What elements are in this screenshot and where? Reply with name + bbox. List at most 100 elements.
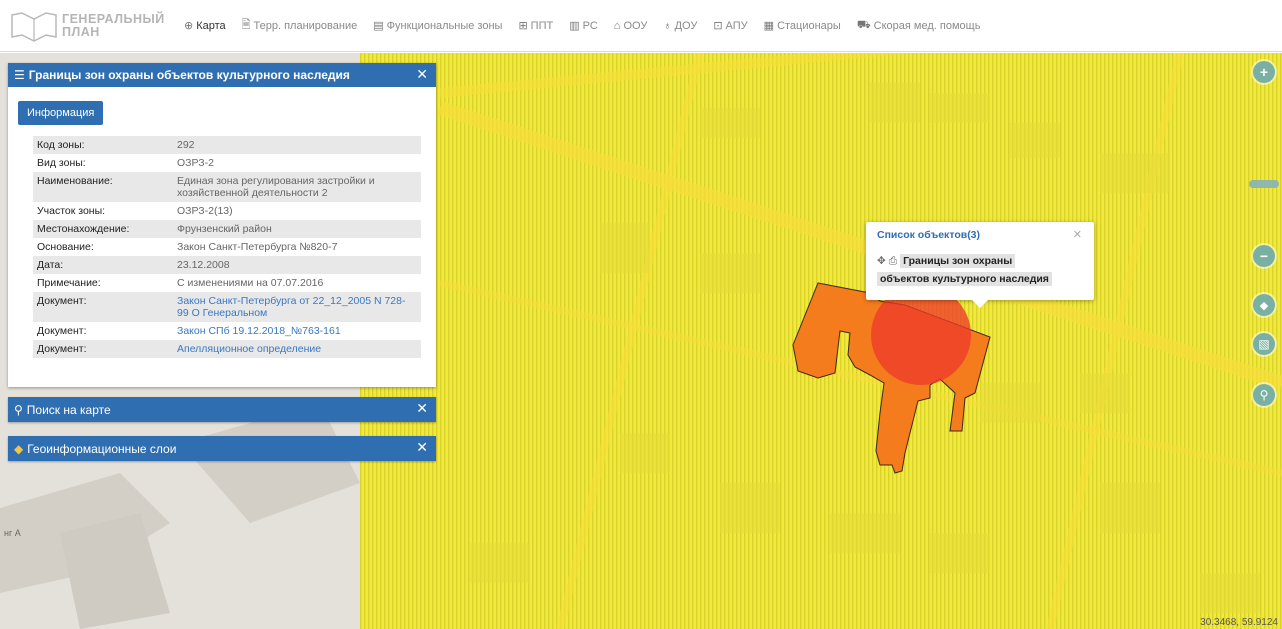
attr-key: Местонахождение:	[33, 220, 173, 238]
table-row: Вид зоны: ОЗРЗ-2	[33, 154, 421, 172]
attr-key: Документ:	[33, 292, 173, 322]
search-icon: ⚲	[1259, 388, 1269, 402]
table-row: Наименование: Единая зона регулирования з…	[33, 172, 421, 202]
attr-value: ОЗРЗ-2(13)	[177, 205, 233, 217]
search-panel-title: Поиск на карте	[26, 402, 111, 417]
table-icon: ⊞	[518, 20, 528, 32]
table-row: Местонахождение: Фрунзенский район	[33, 220, 421, 238]
attr-key: Вид зоны:	[37, 157, 86, 169]
popup-item-label-line1[interactable]: Границы зон охраны	[900, 254, 1016, 268]
main-nav: ⊕ Карта 🗎 Терр. планирование ▤ Функциона…	[184, 0, 996, 52]
search-panel-header[interactable]: ⚲ Поиск на карте ✕	[8, 397, 436, 422]
attr-key: Дата:	[33, 256, 173, 274]
nav-item-dou[interactable]: ♁ ДОУ	[663, 20, 697, 32]
move-icon[interactable]: ✥	[877, 255, 886, 267]
close-icon[interactable]: ✕	[416, 66, 428, 83]
close-icon[interactable]: ✕	[1073, 228, 1082, 241]
attr-key: Документ:	[37, 325, 87, 337]
attr-key: Участок зоны:	[37, 205, 106, 217]
attr-key: Код зоны:	[33, 136, 173, 154]
close-icon[interactable]: ✕	[416, 400, 428, 417]
nav-item-label: Карта	[196, 19, 226, 32]
print-icon[interactable]: ⎙	[889, 255, 897, 267]
zoom-in-button[interactable]: +	[1253, 61, 1275, 83]
layers-icon: ◆	[14, 441, 24, 456]
popup-object-item[interactable]: ✥ ⎙ Границы зон охраны объектов культурн…	[877, 252, 1077, 288]
menu-list-icon: ☰	[14, 68, 25, 82]
nav-item-oou[interactable]: ⌂ ООУ	[614, 20, 648, 32]
table-row: Код зоны: 292	[33, 136, 421, 154]
document-link[interactable]: Закон СПб 19.12.2018_№763-161	[173, 322, 421, 340]
zoom-out-button[interactable]: −	[1253, 245, 1275, 267]
logo[interactable]: ГЕНЕРАЛЬНЫЙ ПЛАН	[8, 9, 184, 43]
table-row: Документ: Апелляционное определение	[33, 340, 421, 358]
school-icon: ⌂	[613, 19, 621, 32]
ambulance-icon: ⛟	[856, 18, 871, 31]
layers-icon: ◆	[1259, 299, 1269, 312]
book-logo-icon	[11, 11, 57, 42]
nav-item-label: Терр. планирование	[253, 19, 358, 32]
nav-item-terr-planning[interactable]: 🗎 Терр. планирование	[242, 16, 358, 35]
layers-panel[interactable]: ◆ Геоинформационные слои ✕	[8, 436, 436, 461]
layers-panel-header[interactable]: ◆ Геоинформационные слои ✕	[8, 436, 436, 461]
layers-toggle-button[interactable]: ◆	[1253, 294, 1275, 316]
search-map-button[interactable]: ⚲	[1253, 384, 1275, 406]
attr-value: ОЗРЗ-2	[177, 157, 214, 169]
attr-key: Документ:	[33, 340, 173, 358]
close-icon[interactable]: ✕	[416, 439, 428, 456]
document-link[interactable]: Апелляционное определение	[173, 340, 421, 358]
map-square-icon: ▧	[1258, 337, 1270, 351]
plus-icon: +	[1259, 64, 1269, 80]
table-row: Примечание: С изменениями на 07.07.2016	[33, 274, 421, 292]
nav-item-hospitals[interactable]: ▦ Стационары	[763, 19, 841, 33]
nav-item-apu[interactable]: ⊡ АПУ	[713, 19, 748, 33]
layers-panel-title: Геоинформационные слои	[27, 441, 177, 456]
nav-item-label: АПУ	[725, 19, 748, 32]
map-label: нг А	[4, 528, 21, 538]
logo-title-line1: ГЕНЕРАЛЬНЫЙ	[62, 11, 165, 26]
attr-value: 23.12.2008	[173, 256, 421, 274]
document-link[interactable]: Закон Санкт-Петербурга от 22_12_2005 N 7…	[173, 292, 421, 322]
selection-circle	[871, 285, 971, 385]
table-row: Участок зоны: ОЗРЗ-2(13)	[33, 202, 421, 220]
objects-popup: Список объектов(3) ✕ ✥ ⎙ Границы зон охр…	[866, 222, 1094, 308]
attr-key: Наименование:	[33, 172, 173, 202]
clinic-icon: ⊡	[713, 20, 723, 32]
attr-value: Фрунзенский район	[173, 220, 421, 238]
nav-item-functional-zones[interactable]: ▤ Функциональные зоны	[373, 19, 503, 33]
attr-value: Закон Санкт-Петербурга №820-7	[177, 241, 338, 253]
nav-item-label: Скорая мед. помощь	[873, 19, 981, 32]
popup-item-label-line2[interactable]: объектов культурного наследия	[877, 272, 1052, 286]
nav-item-map[interactable]: ⊕ Карта	[184, 19, 226, 33]
search-panel[interactable]: ⚲ Поиск на карте ✕	[8, 397, 436, 422]
nav-item-label: ППТ	[530, 19, 554, 32]
nav-item-ambulance[interactable]: ⛟ Скорая мед. помощь	[857, 19, 981, 33]
hospital-icon: ▦	[763, 20, 775, 32]
attr-key: Основание:	[37, 241, 94, 253]
coordinates-readout: 30.3468, 59.9124	[1200, 617, 1278, 628]
attr-value: С изменениями на 07.07.2016	[177, 277, 324, 289]
tab-information[interactable]: Информация	[18, 101, 104, 125]
top-bar: ГЕНЕРАЛЬНЫЙ ПЛАН ⊕ Карта 🗎 Терр. планиро…	[0, 0, 1282, 52]
attributes-table: Код зоны: 292 Вид зоны: ОЗРЗ-2 Наименовани…	[33, 136, 421, 358]
table-row: Дата: 23.12.2008	[33, 256, 421, 274]
zoom-slider[interactable]	[1249, 180, 1279, 188]
attr-value: 292	[173, 136, 421, 154]
attr-value: Единая зона регулирования застройки и хо…	[173, 172, 421, 202]
search-icon: ⚲	[14, 402, 23, 417]
nav-item-label: Функциональные зоны	[386, 19, 503, 32]
grid-list-icon: ▤	[373, 20, 384, 32]
book-icon: ▥	[569, 20, 580, 32]
nav-item-rs[interactable]: ▥ РС	[569, 19, 598, 33]
info-panel-header: ☰ Границы зон охраны объектов культурног…	[8, 63, 436, 87]
nav-item-label: Стационары	[777, 19, 841, 32]
globe-icon: ⊕	[184, 20, 194, 32]
nav-item-label: ООУ	[623, 19, 648, 32]
table-row: Документ: Закон Санкт-Петербурга от 22_12…	[33, 292, 421, 322]
nav-item-ppt[interactable]: ⊞ ППТ	[518, 19, 554, 33]
basemap-button[interactable]: ▧	[1253, 333, 1275, 355]
kindergarten-icon: ♁	[663, 19, 672, 32]
nav-item-label: ДОУ	[674, 19, 698, 32]
minus-icon: −	[1259, 248, 1269, 264]
table-row: Документ: Закон СПб 19.12.2018_№763-161	[33, 322, 421, 340]
